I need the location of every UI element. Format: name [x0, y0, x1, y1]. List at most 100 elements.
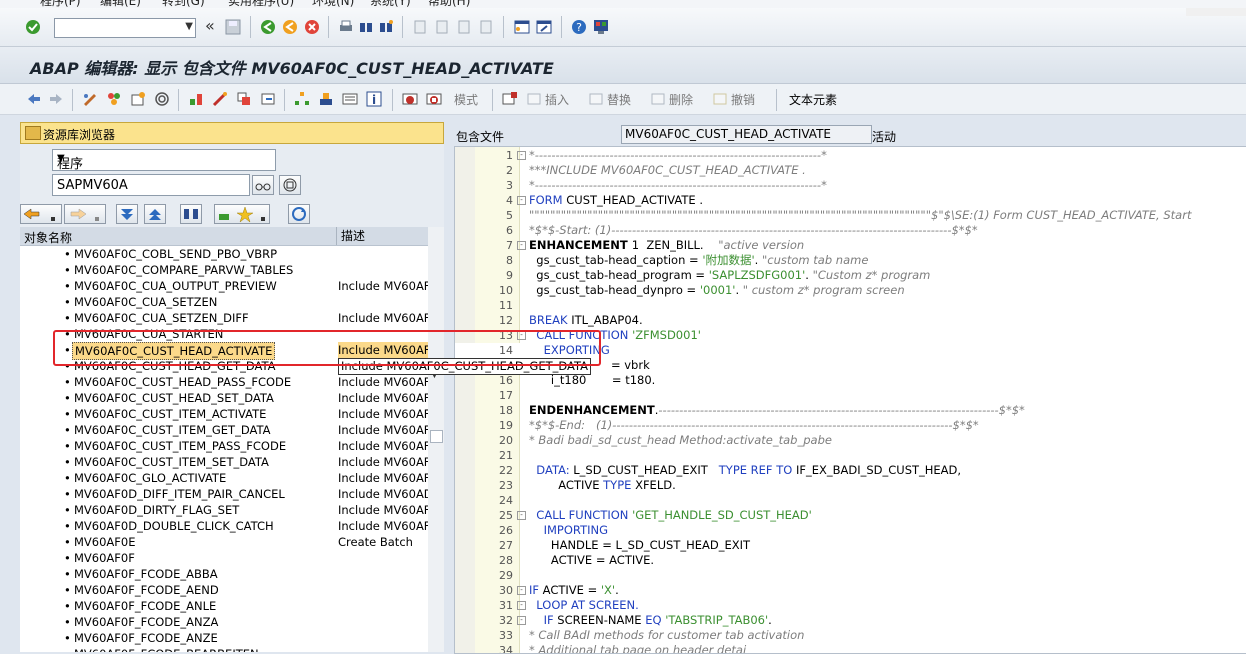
object-name[interactable]: MV60AF0F — [74, 550, 135, 566]
list-item[interactable]: • MV60AF0C_CUST_ITEM_SET_DATA Include MV60… — [20, 454, 428, 470]
exit-icon[interactable] — [282, 19, 298, 35]
menu-item[interactable]: 转到(G) — [162, 0, 205, 8]
code-line[interactable]: 20 * Badi badi_sd_cust_head Method:activa… — [455, 433, 1246, 448]
code-line[interactable]: 23 ACTIVE TYPE XFELD. — [455, 478, 1246, 493]
object-type-select[interactable]: 程序 ▼ — [52, 149, 276, 172]
code-line[interactable]: 31- LOOP AT SCREEN. — [455, 598, 1246, 613]
collapse-button[interactable] — [144, 204, 166, 224]
list-item[interactable]: • MV60AF0D_DIFF_ITEM_PAIR_CANCEL Include M… — [20, 486, 428, 502]
list-item[interactable]: • MV60AF0C_CUST_ITEM_ACTIVATE Include MV60… — [20, 406, 428, 422]
next-page-icon[interactable] — [456, 19, 472, 35]
delete-button[interactable]: 删除 — [669, 91, 693, 108]
code-line[interactable]: 8 gs_cust_tab-head_caption = '附加数据'. "cu… — [455, 253, 1246, 268]
undo-button[interactable]: 撤销 — [731, 91, 755, 108]
object-name[interactable]: MV60AF0D_DIFF_ITEM_PAIR_CANCEL — [74, 486, 285, 502]
hierarchy-icon[interactable] — [294, 91, 310, 107]
choose-button[interactable] — [279, 175, 301, 195]
pattern-insert-icon[interactable] — [502, 91, 518, 107]
object-name-input[interactable]: SAPMV60A — [52, 174, 250, 196]
chevron-down-icon[interactable]: ▼ — [185, 21, 193, 32]
list-item[interactable]: • MV60AF0E Create Batch — [20, 534, 428, 550]
list-item[interactable]: • MV60AF0F_FCODE_ANZA — [20, 614, 428, 630]
menu-item[interactable]: 帮助(H) — [428, 0, 470, 8]
list-item[interactable]: • MV60AF0C_CUST_HEAD_PASS_FCODE Include MV… — [20, 374, 428, 390]
code-line[interactable]: 29 — [455, 568, 1246, 583]
object-name[interactable]: MV60AF0C_CUST_ITEM_PASS_FCODE — [74, 438, 286, 454]
menu-item[interactable]: 环境(N) — [312, 0, 354, 8]
find-button[interactable] — [180, 204, 202, 224]
list-item[interactable]: • MV60AF0C_CUA_OUTPUT_PREVIEW Include MV60… — [20, 278, 428, 294]
code-editor[interactable]: 1- *-------------------------------------… — [454, 146, 1246, 654]
code-line[interactable]: 10 gs_cust_tab-head_dynpro = '0001'. " c… — [455, 283, 1246, 298]
list-item[interactable]: •MV60AF0F_FCODE_BEARBEITEN — [20, 646, 428, 652]
list-item[interactable]: • MV60AF0F_FCODE_AEND — [20, 582, 428, 598]
print-icon[interactable] — [338, 19, 354, 35]
object-name[interactable]: MV60AF0F_FCODE_ANZA — [74, 614, 218, 630]
list-item[interactable]: • MV60AF0C_CUST_HEAD_SET_DATA Include MV60… — [20, 390, 428, 406]
menu-item[interactable]: 编辑(E) — [100, 0, 141, 8]
list-item[interactable]: • MV60AF0D_DOUBLE_CLICK_CATCH Include MV60… — [20, 518, 428, 534]
where-used-icon[interactable] — [188, 91, 204, 107]
chevron-down-icon[interactable]: ▼ — [57, 153, 271, 164]
code-line[interactable]: 26 IMPORTING — [455, 523, 1246, 538]
favorites-button[interactable] — [214, 204, 270, 224]
object-name[interactable]: MV60AF0C_CUST_HEAD_SET_DATA — [74, 390, 274, 406]
code-line[interactable]: 33 * Call BAdI methods for customer tab a… — [455, 628, 1246, 643]
code-line[interactable]: 25- CALL FUNCTION 'GET_HANDLE_SD_CUST_HE… — [455, 508, 1246, 523]
shortcut-icon[interactable] — [536, 19, 552, 35]
code-line[interactable]: 28 ACTIVE = ACTIVE. — [455, 553, 1246, 568]
list-item[interactable]: • MV60AF0F_FCODE_ABBA — [20, 566, 428, 582]
code-line[interactable]: 21 — [455, 448, 1246, 463]
replace-icon[interactable] — [588, 91, 604, 107]
toggle-display-change-icon[interactable] — [82, 91, 98, 107]
expand-button[interactable] — [116, 204, 138, 224]
list-item[interactable]: • MV60AF0C_COMPARE_PARVW_TABLES — [20, 262, 428, 278]
list-item[interactable]: • MV60AF0C_CUA_SETZEN — [20, 294, 428, 310]
object-name[interactable]: MV60AF0F_FCODE_AEND — [74, 582, 219, 598]
column-object-name[interactable]: 对象名称 — [24, 229, 72, 246]
forward-arrow-icon[interactable] — [48, 91, 64, 107]
list-item[interactable]: • MV60AF0F — [20, 550, 428, 566]
list-item[interactable]: • MV60AF0F_FCODE_ANZE — [20, 630, 428, 646]
object-name[interactable]: MV60AF0C_CUST_HEAD_PASS_FCODE — [74, 374, 291, 390]
insert-button[interactable]: 插入 — [545, 91, 569, 108]
code-line[interactable]: 7- ENHANCEMENT 1 ZEN_BILL. "active versio… — [455, 238, 1246, 253]
replace-button[interactable]: 替换 — [607, 91, 631, 108]
code-line[interactable]: 30- IF ACTIVE = 'X'. — [455, 583, 1246, 598]
breakpoint-icon[interactable] — [402, 91, 418, 107]
code-line[interactable]: 11 — [455, 298, 1246, 313]
collapse-icon[interactable]: « — [205, 16, 215, 35]
code-line[interactable]: 4- FORM CUST_HEAD_ACTIVATE . — [455, 193, 1246, 208]
forward-nav-button[interactable] — [64, 204, 106, 224]
find-next-icon[interactable] — [378, 19, 394, 35]
refresh-button[interactable] — [288, 204, 310, 224]
object-name[interactable]: MV60AF0D_DIRTY_FLAG_SET — [74, 502, 239, 518]
delete-icon[interactable] — [650, 91, 666, 107]
last-page-icon[interactable] — [478, 19, 494, 35]
object-name[interactable]: MV60AF0C_CUST_ITEM_SET_DATA — [74, 454, 269, 470]
code-line[interactable]: 2 ***INCLUDE MV60AF0C_CUST_HEAD_ACTIVATE … — [455, 163, 1246, 178]
fold-toggle-icon[interactable]: - — [517, 196, 526, 205]
code-line[interactable]: 12 BREAK ITL_ABAP04. — [455, 313, 1246, 328]
list-item[interactable]: • MV60AF0C_GLO_ACTIVATE Include MV60AF — [20, 470, 428, 486]
object-name[interactable]: MV60AF0F_FCODE_BEARBEITEN — [74, 646, 259, 652]
check-syntax-icon[interactable] — [106, 91, 122, 107]
object-name[interactable]: MV60AF0C_GLO_ACTIVATE — [74, 470, 226, 486]
code-line[interactable]: 16 i_t180 = t180. — [455, 373, 1246, 388]
menu-item[interactable]: 实用程序(U) — [228, 0, 294, 8]
prev-page-icon[interactable] — [434, 19, 450, 35]
test-icon[interactable] — [154, 91, 170, 107]
list-item[interactable]: • MV60AF0C_CUA_SETZEN_DIFF Include MV60AF — [20, 310, 428, 326]
code-line[interactable]: 24 — [455, 493, 1246, 508]
column-description[interactable]: 描述 — [336, 227, 429, 245]
code-line[interactable]: 27 HANDLE = L_SD_CUST_HEAD_EXIT — [455, 538, 1246, 553]
scroll-thumb[interactable] — [430, 430, 443, 443]
customize-layout-icon[interactable] — [593, 19, 609, 35]
find-icon[interactable] — [358, 19, 374, 35]
menu-item[interactable]: 程序(P) — [40, 0, 81, 8]
enhance-icon[interactable] — [318, 91, 334, 107]
object-name[interactable]: MV60AF0E — [74, 534, 136, 550]
display-button[interactable] — [252, 175, 274, 195]
object-name[interactable]: MV60AF0D_DOUBLE_CLICK_CATCH — [74, 518, 274, 534]
menu-item[interactable]: 系统(Y) — [370, 0, 411, 8]
